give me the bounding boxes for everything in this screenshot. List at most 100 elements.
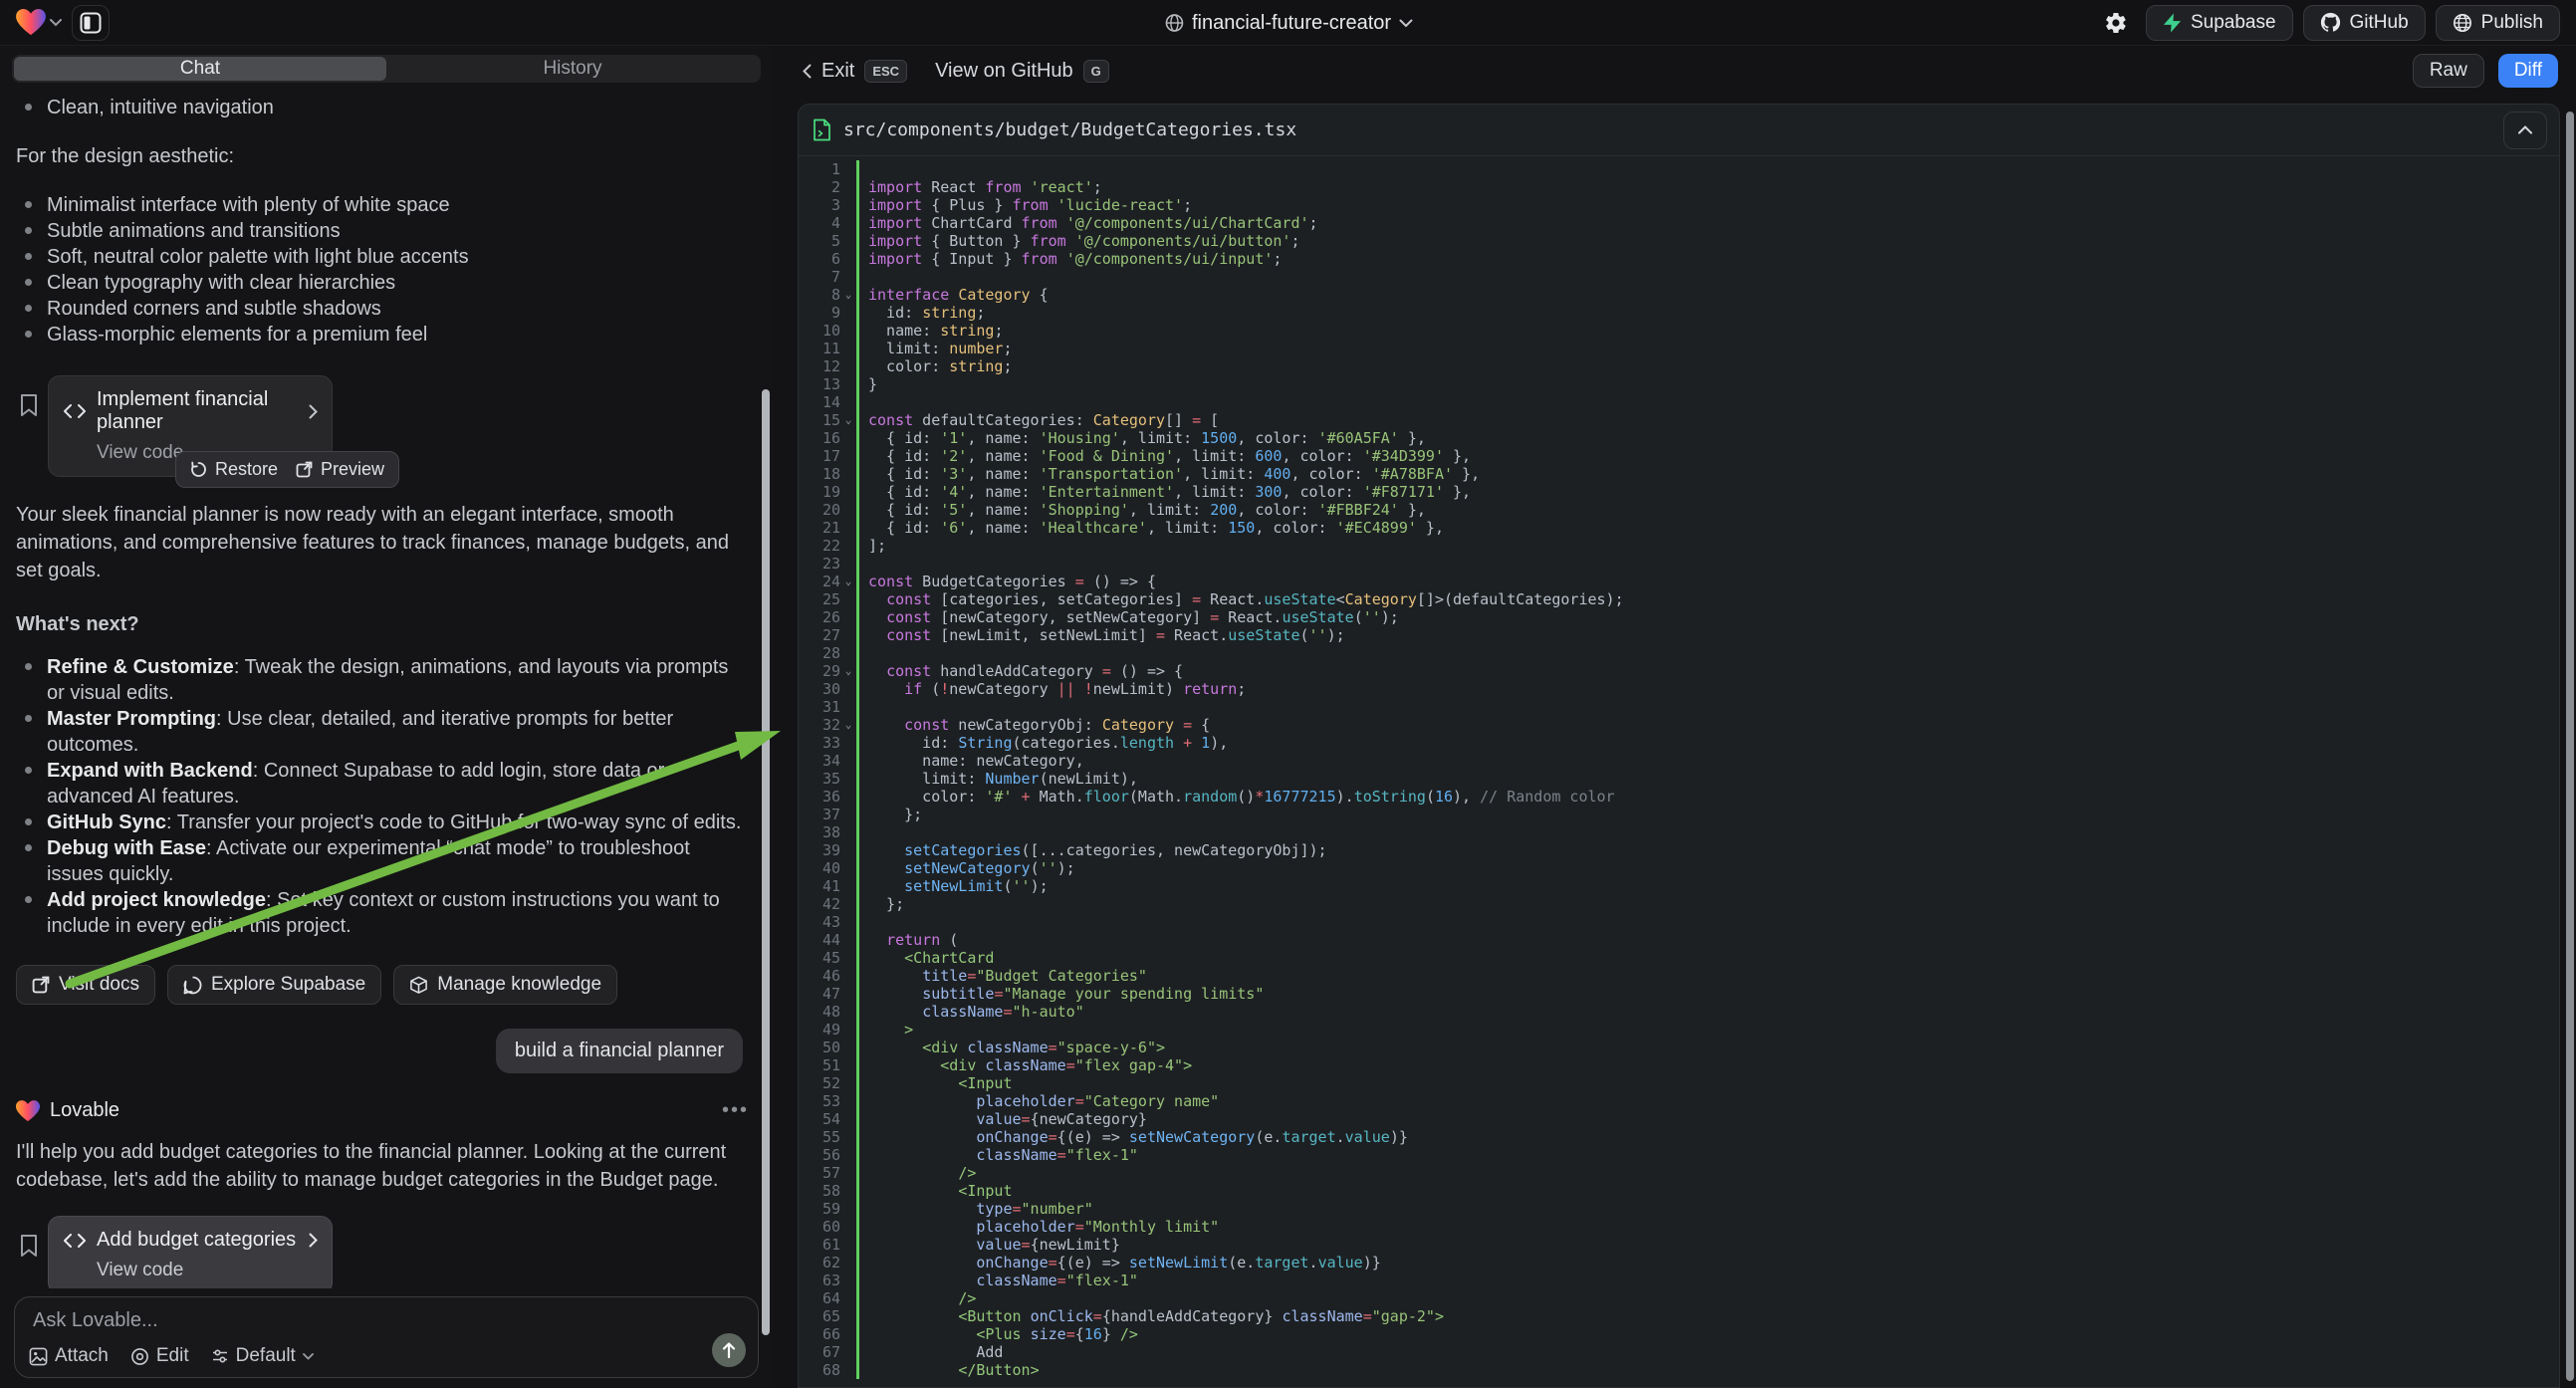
window-scrollbar[interactable] bbox=[2566, 112, 2574, 1381]
fold-chevron-icon[interactable] bbox=[840, 519, 856, 537]
fold-chevron-icon[interactable] bbox=[840, 877, 856, 895]
fold-chevron-icon[interactable] bbox=[840, 196, 856, 214]
fold-chevron-icon[interactable] bbox=[840, 1343, 856, 1361]
fold-chevron-icon[interactable] bbox=[840, 393, 856, 411]
fold-chevron-icon[interactable] bbox=[840, 160, 856, 178]
fold-chevron-icon[interactable] bbox=[840, 1146, 856, 1164]
message-menu-button[interactable]: ••• bbox=[722, 1099, 749, 1122]
settings-button[interactable] bbox=[2096, 5, 2136, 41]
chevron-right-icon[interactable] bbox=[309, 1233, 318, 1248]
fold-chevron-icon[interactable] bbox=[840, 1164, 856, 1182]
fold-chevron-icon[interactable] bbox=[840, 841, 856, 859]
tab-history[interactable]: History bbox=[386, 57, 759, 81]
fold-chevron-icon[interactable] bbox=[840, 1218, 856, 1236]
manage-knowledge-button[interactable]: Manage knowledge bbox=[393, 965, 617, 1005]
fold-chevron-icon[interactable] bbox=[840, 949, 856, 967]
fold-chevron-icon[interactable] bbox=[840, 1236, 856, 1254]
exit-button[interactable]: Exit ESC bbox=[803, 60, 907, 83]
explore-supabase-button[interactable]: Explore Supabase bbox=[167, 965, 381, 1005]
fold-chevron-icon[interactable] bbox=[840, 1110, 856, 1128]
fold-chevron-icon[interactable] bbox=[840, 1128, 856, 1146]
fold-chevron-icon[interactable]: ⌄ bbox=[840, 662, 856, 680]
fold-chevron-icon[interactable]: ⌄ bbox=[840, 286, 856, 304]
fold-chevron-icon[interactable] bbox=[840, 178, 856, 196]
fold-chevron-icon[interactable]: ⌄ bbox=[840, 716, 856, 734]
fold-chevron-icon[interactable] bbox=[840, 250, 856, 268]
chat-input[interactable] bbox=[33, 1309, 740, 1332]
bookmark-icon[interactable] bbox=[20, 1234, 38, 1258]
fold-chevron-icon[interactable] bbox=[840, 823, 856, 841]
fold-chevron-icon[interactable] bbox=[840, 608, 856, 626]
project-title[interactable]: financial-future-creator bbox=[1192, 12, 1391, 35]
fold-chevron-icon[interactable] bbox=[840, 752, 856, 770]
fold-chevron-icon[interactable] bbox=[840, 1272, 856, 1289]
edit-button[interactable]: Edit bbox=[130, 1345, 189, 1367]
tab-chat[interactable]: Chat bbox=[14, 57, 386, 81]
fold-chevron-icon[interactable] bbox=[840, 465, 856, 483]
chat-scrollbar[interactable] bbox=[762, 389, 770, 1335]
fold-chevron-icon[interactable] bbox=[840, 967, 856, 985]
fold-chevron-icon[interactable] bbox=[840, 483, 856, 501]
send-button[interactable] bbox=[712, 1333, 746, 1367]
fold-chevron-icon[interactable] bbox=[840, 734, 856, 752]
fold-chevron-icon[interactable] bbox=[840, 501, 856, 519]
fold-chevron-icon[interactable] bbox=[840, 1056, 856, 1074]
fold-chevron-icon[interactable] bbox=[840, 322, 856, 340]
file-path-row[interactable]: src/components/budget/BudgetCategories.t… bbox=[799, 105, 2559, 156]
chevron-down-icon[interactable] bbox=[1399, 19, 1412, 28]
fold-chevron-icon[interactable] bbox=[840, 1092, 856, 1110]
bookmark-icon[interactable] bbox=[20, 393, 38, 417]
fold-chevron-icon[interactable] bbox=[840, 1325, 856, 1343]
view-code-link[interactable]: View code bbox=[97, 1260, 318, 1281]
code-editor[interactable]: 12import React from 'react';3import { Pl… bbox=[799, 156, 2559, 1387]
fold-chevron-icon[interactable] bbox=[840, 429, 856, 447]
fold-chevron-icon[interactable] bbox=[840, 1200, 856, 1218]
fold-chevron-icon[interactable] bbox=[840, 1039, 856, 1056]
fold-chevron-icon[interactable] bbox=[840, 895, 856, 913]
fold-chevron-icon[interactable] bbox=[840, 304, 856, 322]
fold-chevron-icon[interactable] bbox=[840, 1307, 856, 1325]
fold-chevron-icon[interactable]: ⌄ bbox=[840, 411, 856, 429]
version-card-add-budget-categories[interactable]: Add budget categories View code bbox=[48, 1216, 333, 1288]
fold-chevron-icon[interactable] bbox=[840, 770, 856, 788]
fold-chevron-icon[interactable] bbox=[840, 1254, 856, 1272]
github-button[interactable]: GitHub bbox=[2303, 5, 2426, 41]
fold-chevron-icon[interactable] bbox=[840, 1021, 856, 1039]
fold-chevron-icon[interactable] bbox=[840, 268, 856, 286]
fold-chevron-icon[interactable] bbox=[840, 1003, 856, 1021]
fold-chevron-icon[interactable] bbox=[840, 357, 856, 375]
fold-chevron-icon[interactable] bbox=[840, 985, 856, 1003]
fold-chevron-icon[interactable] bbox=[840, 340, 856, 357]
diff-toggle-button[interactable]: Diff bbox=[2498, 54, 2558, 88]
attach-button[interactable]: Attach bbox=[29, 1345, 109, 1367]
fold-chevron-icon[interactable] bbox=[840, 447, 856, 465]
fold-chevron-icon[interactable] bbox=[840, 931, 856, 949]
fold-chevron-icon[interactable] bbox=[840, 698, 856, 716]
fold-chevron-icon[interactable] bbox=[840, 375, 856, 393]
fold-chevron-icon[interactable] bbox=[840, 1074, 856, 1092]
fold-chevron-icon[interactable] bbox=[840, 644, 856, 662]
fold-chevron-icon[interactable] bbox=[840, 1182, 856, 1200]
supabase-button[interactable]: Supabase bbox=[2146, 5, 2293, 41]
fold-chevron-icon[interactable] bbox=[840, 626, 856, 644]
visit-docs-button[interactable]: Visit docs bbox=[16, 965, 155, 1005]
fold-chevron-icon[interactable] bbox=[840, 788, 856, 806]
fold-chevron-icon[interactable] bbox=[840, 214, 856, 232]
lovable-logo-menu[interactable] bbox=[16, 9, 62, 36]
chevron-right-icon[interactable] bbox=[309, 404, 318, 419]
fold-chevron-icon[interactable] bbox=[840, 859, 856, 877]
sidebar-toggle-button[interactable] bbox=[72, 5, 110, 41]
fold-chevron-icon[interactable] bbox=[840, 555, 856, 573]
fold-chevron-icon[interactable] bbox=[840, 537, 856, 555]
model-selector[interactable]: Default bbox=[211, 1345, 314, 1367]
fold-chevron-icon[interactable] bbox=[840, 913, 856, 931]
fold-chevron-icon[interactable] bbox=[840, 232, 856, 250]
fold-chevron-icon[interactable] bbox=[840, 1361, 856, 1379]
collapse-file-button[interactable] bbox=[2503, 112, 2547, 149]
fold-chevron-icon[interactable] bbox=[840, 806, 856, 823]
fold-chevron-icon[interactable] bbox=[840, 1289, 856, 1307]
view-on-github-button[interactable]: View on GitHub G bbox=[935, 60, 1109, 83]
publish-button[interactable]: Publish bbox=[2436, 5, 2560, 41]
raw-toggle-button[interactable]: Raw bbox=[2413, 54, 2484, 88]
restore-button[interactable]: Restore bbox=[190, 459, 278, 480]
